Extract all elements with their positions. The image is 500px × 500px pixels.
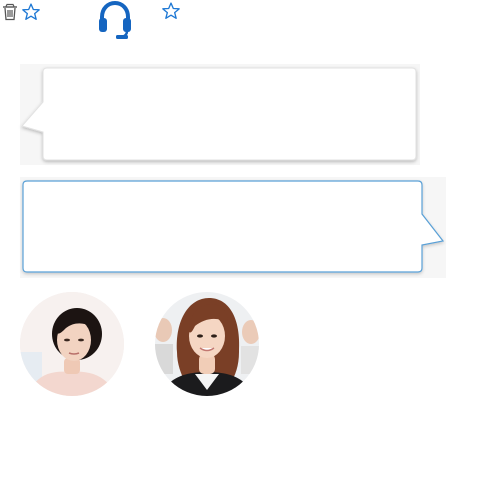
chat-bubble-text — [54, 78, 404, 148]
star-outline-icon[interactable] — [21, 2, 41, 22]
avatar[interactable] — [155, 292, 259, 396]
trash-icon[interactable] — [1, 3, 19, 21]
star-outline-icon[interactable] — [161, 1, 181, 21]
chat-bubble-incoming — [20, 64, 420, 165]
chat-preview-canvas — [0, 0, 500, 500]
avatar-woman-older — [20, 292, 124, 396]
chat-bubble-text — [34, 191, 409, 261]
avatar-woman-younger — [155, 292, 259, 396]
chat-bubble-outgoing — [20, 177, 446, 278]
headset-icon[interactable] — [97, 0, 133, 40]
avatar[interactable] — [20, 292, 124, 396]
